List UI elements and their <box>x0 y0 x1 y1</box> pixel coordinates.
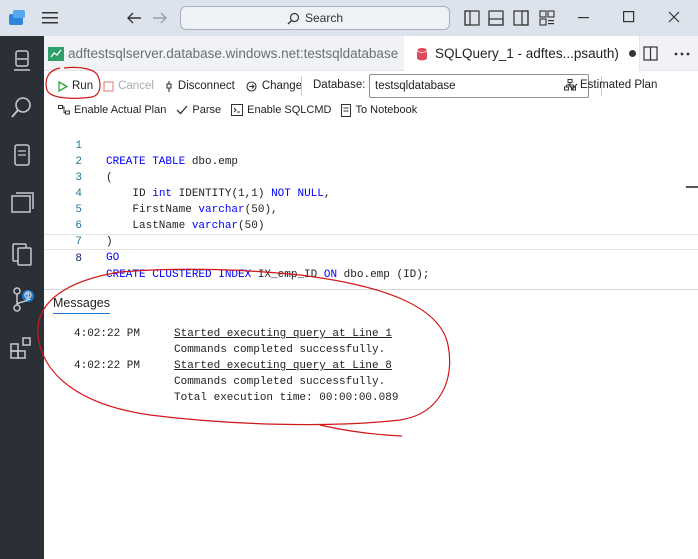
run-button[interactable]: Run <box>58 80 93 92</box>
plan-icon <box>564 79 576 91</box>
disconnect-icon <box>166 80 172 92</box>
parse-label: Parse <box>192 104 222 116</box>
message-time: 4:02:22 PM <box>74 360 141 372</box>
message-text: Total execution time: 00:00:00.089 <box>174 392 399 404</box>
change-connection-icon <box>246 80 257 92</box>
search-icon <box>287 12 300 24</box>
tab-server-dashboard[interactable]: adftestsqlserver.database.windows.net:te… <box>44 36 404 71</box>
enable-sqlcmd-button[interactable]: Enable SQLCMD <box>231 104 331 116</box>
unsaved-dot-icon[interactable] <box>628 50 636 57</box>
forward-arrow-icon[interactable] <box>152 12 168 24</box>
change-connection-button[interactable]: Change <box>245 80 302 93</box>
menu-icon[interactable] <box>42 12 60 24</box>
message-link[interactable]: Started executing query at Line 8 <box>174 358 392 374</box>
database-value: testsqldatabase <box>375 80 456 92</box>
stop-icon <box>103 80 114 92</box>
estimated-plan-label: Estimated Plan <box>580 79 658 91</box>
overview-ruler-marker <box>686 186 698 188</box>
split-editor-icon[interactable] <box>643 46 659 62</box>
minimize-icon[interactable] <box>578 17 590 19</box>
to-notebook-button[interactable]: To Notebook <box>341 103 418 117</box>
activity-bar: 1 <box>0 36 44 559</box>
code-line: 6 ) <box>44 202 698 248</box>
code-line: 7 GO <box>44 218 698 264</box>
notebooks-icon[interactable] <box>8 142 36 170</box>
actual-plan-icon <box>58 105 70 115</box>
app-logo-icon <box>9 10 25 25</box>
tab-label: SQLQuery_1 - adftes...psauth) <box>435 46 619 61</box>
back-arrow-icon[interactable] <box>126 12 142 24</box>
play-icon <box>58 80 68 92</box>
notebook-icon <box>341 103 352 117</box>
query-toolbar: Run Cancel Disconnect Change Database: t… <box>44 72 698 100</box>
close-icon[interactable] <box>668 11 680 23</box>
parse-button[interactable]: Parse <box>176 104 221 116</box>
sqlcmd-icon <box>231 104 244 116</box>
search-label: Search <box>304 11 344 25</box>
tab-label: adftestsqlserver.database.windows.net:te… <box>68 46 399 61</box>
database-label: Database: <box>313 79 366 91</box>
line-number: 8 <box>75 253 82 265</box>
enable-actual-plan-label: Enable Actual Plan <box>74 104 167 116</box>
cancel-label: Cancel <box>118 80 154 92</box>
to-notebook-label: To Notebook <box>355 104 418 116</box>
toggle-panel-icon[interactable] <box>488 10 504 26</box>
code-line: 5 LastName varchar(50) <box>44 186 698 232</box>
cancel-button[interactable]: Cancel <box>103 80 154 92</box>
run-label: Run <box>72 80 94 92</box>
connections-icon[interactable] <box>8 48 36 76</box>
database-select[interactable]: testsqldatabase <box>369 74 589 98</box>
message-text: Commands completed successfully. <box>174 376 386 388</box>
message-link[interactable]: Started executing query at Line 1 <box>174 326 392 342</box>
message-time: 4:02:22 PM <box>74 328 141 340</box>
code-line: 2 ( <box>44 138 698 184</box>
tab-sqlquery-1[interactable]: SQLQuery_1 - adftes...psauth) <box>404 36 640 71</box>
editor-tab-bar: adftestsqlserver.database.windows.net:te… <box>44 36 698 71</box>
code-text: CREATE CLUSTERED INDEX IX_emp_ID ON dbo.… <box>106 269 430 281</box>
disconnect-label: Disconnect <box>177 80 235 92</box>
customize-layout-icon[interactable] <box>539 10 555 26</box>
search-input[interactable]: Search <box>180 6 450 30</box>
enable-sqlcmd-label: Enable SQLCMD <box>247 104 332 116</box>
disconnect-button[interactable]: Disconnect <box>164 80 235 93</box>
messages-tab[interactable]: Messages <box>53 296 110 314</box>
change-label: Change <box>261 80 303 92</box>
database-icon <box>416 46 428 60</box>
more-actions-icon[interactable] <box>674 52 690 56</box>
message-text: Commands completed successfully. <box>174 344 386 356</box>
toggle-primary-sidebar-icon[interactable] <box>464 10 480 26</box>
toggle-secondary-sidebar-icon[interactable] <box>513 10 529 26</box>
query-toolbar-secondary: Enable Actual Plan Parse Enable SQLCMD T… <box>44 100 698 120</box>
code-line: 1 CREATE TABLE dbo.emp <box>44 122 698 168</box>
panel-divider[interactable] <box>44 289 698 290</box>
maximize-icon[interactable] <box>623 11 635 23</box>
code-line: 4 FirstName varchar(50), <box>44 170 698 216</box>
extensions-icon[interactable] <box>8 334 36 362</box>
dashboard-icon <box>48 46 64 61</box>
code-line-current: 8 CREATE CLUSTERED INDEX IX_emp_ID ON db… <box>44 234 698 281</box>
code-line: 3 ID int IDENTITY(1,1) NOT NULL, <box>44 154 698 200</box>
source-control-icon[interactable] <box>8 286 36 314</box>
estimated-plan-button[interactable]: Estimated Plan <box>564 79 657 91</box>
annotation-tail <box>319 424 403 437</box>
checkmark-icon <box>176 105 188 115</box>
title-bar: Search <box>0 0 698 36</box>
source-files-icon[interactable] <box>8 240 36 268</box>
toolbar-separator <box>301 76 302 96</box>
search-icon[interactable] <box>8 94 36 122</box>
explorer-icon[interactable] <box>8 190 36 218</box>
enable-actual-plan-button[interactable]: Enable Actual Plan <box>58 104 166 116</box>
code-text: GO <box>106 252 120 264</box>
code-editor[interactable]: 1 CREATE TABLE dbo.emp 2 ( 3 ID int IDEN… <box>44 120 698 290</box>
